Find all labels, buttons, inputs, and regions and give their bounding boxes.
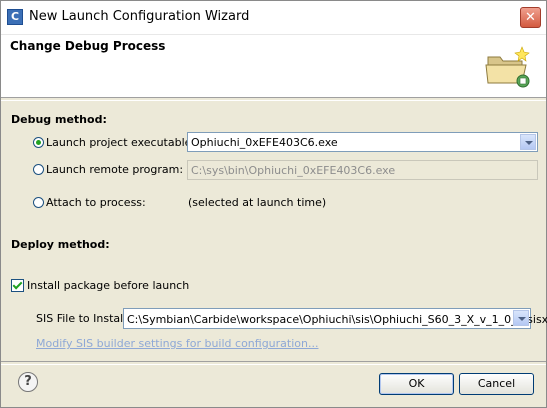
radio-button[interactable]: [33, 197, 44, 208]
cancel-button[interactable]: Cancel: [459, 373, 534, 395]
attach-process-note: (selected at launch time): [188, 196, 327, 209]
remote-program-field: C:\sys\bin\Ophiuchi_0xEFE403C6.exe: [187, 160, 538, 180]
window-title: New Launch Configuration Wizard: [29, 9, 250, 24]
launch-remote-label: Launch remote program:: [46, 163, 184, 176]
modify-sis-builder-link[interactable]: Modify SIS builder settings for build co…: [36, 337, 318, 350]
page-title: Change Debug Process: [10, 39, 166, 53]
deploy-method-label: Deploy method:: [11, 238, 110, 251]
remote-program-value: C:\sys\bin\Ophiuchi_0xEFE403C6.exe: [191, 164, 396, 177]
sis-file-label: SIS File to Install:: [36, 312, 130, 325]
attach-process-label: Attach to process:: [46, 196, 146, 209]
radio-button[interactable]: [33, 164, 44, 175]
ok-button[interactable]: OK: [379, 373, 454, 395]
open-folder-icon: [485, 46, 530, 88]
sis-file-select[interactable]: C:\Symbian\Carbide\workspace\Ophiuchi\si…: [123, 308, 547, 329]
carbide-app-icon: C: [7, 9, 23, 25]
sis-file-value: C:\Symbian\Carbide\workspace\Ophiuchi\si…: [127, 313, 547, 326]
executable-select[interactable]: Ophiuchi_0xEFE403C6.exe: [187, 132, 538, 152]
install-package-label[interactable]: Install package before launch: [27, 279, 189, 292]
install-package-checkbox[interactable]: [11, 279, 24, 292]
debug-method-label: Debug method:: [11, 113, 107, 126]
help-icon[interactable]: ?: [18, 372, 38, 392]
executable-select-value: Ophiuchi_0xEFE403C6.exe: [191, 136, 338, 149]
chevron-down-icon[interactable]: [520, 134, 536, 150]
footer-divider: [1, 361, 546, 365]
wizard-window: C New Launch Configuration Wizard ✕ Chan…: [0, 0, 547, 408]
launch-executable-label: Launch project executable:: [46, 136, 196, 149]
header-divider: [1, 97, 546, 101]
close-button[interactable]: ✕: [520, 7, 541, 28]
wizard-header: Change Debug Process: [1, 35, 546, 97]
chevron-down-icon[interactable]: [513, 310, 529, 326]
radio-button-checked[interactable]: [33, 137, 44, 148]
title-bar[interactable]: C New Launch Configuration Wizard ✕: [1, 1, 546, 35]
